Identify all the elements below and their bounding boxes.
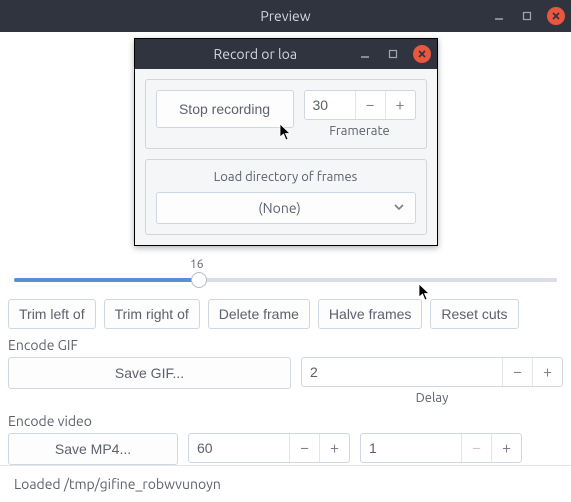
status-bar: Loaded /tmp/gifine_robwvunoyn: [0, 465, 571, 502]
gif-delay-label: Delay: [416, 391, 449, 405]
load-directory-label: Load directory of frames: [156, 170, 416, 184]
video-loop-spinbox[interactable]: − +: [360, 433, 522, 463]
plus-icon[interactable]: +: [385, 91, 415, 119]
cursor-icon: [279, 123, 293, 141]
record-dialog: Record or loa Stop recording: [134, 38, 438, 246]
frame-slider[interactable]: [14, 271, 557, 289]
minus-icon[interactable]: −: [502, 358, 532, 386]
recording-framerate-label: Framerate: [329, 124, 389, 138]
recording-framerate-spinbox[interactable]: − +: [304, 90, 416, 120]
slider-value-label: 16: [190, 258, 557, 271]
plus-icon[interactable]: +: [491, 434, 521, 462]
save-gif-button[interactable]: Save GIF...: [8, 357, 291, 389]
cursor-icon: [418, 283, 432, 301]
halve-frames-button[interactable]: Halve frames: [318, 299, 422, 329]
recording-framerate-input[interactable]: [305, 97, 355, 113]
dialog-minimize-button[interactable]: [357, 46, 373, 62]
gif-delay-spinbox[interactable]: − +: [301, 357, 563, 387]
dialog-titlebar: Record or loa: [135, 39, 437, 69]
chevron-down-icon: [393, 200, 405, 216]
status-text: Loaded /tmp/gifine_robwvunoyn: [14, 476, 221, 492]
plus-icon[interactable]: +: [319, 434, 349, 462]
trim-left-button[interactable]: Trim left of: [8, 299, 96, 329]
minus-icon[interactable]: −: [289, 434, 319, 462]
window-title: Preview: [260, 8, 310, 24]
close-button[interactable]: [547, 7, 565, 25]
maximize-button[interactable]: [519, 8, 535, 24]
encode-gif-label: Encode GIF: [8, 337, 563, 353]
dialog-close-button[interactable]: [413, 45, 431, 63]
reset-cuts-button[interactable]: Reset cuts: [430, 299, 518, 329]
slider-thumb[interactable]: [191, 272, 207, 288]
video-framerate-spinbox[interactable]: − +: [188, 433, 350, 463]
video-loop-input[interactable]: [361, 440, 461, 456]
encode-video-label: Encode video: [8, 413, 563, 429]
plus-icon[interactable]: +: [532, 358, 562, 386]
directory-combo-value: (None): [167, 200, 393, 216]
delete-frame-button[interactable]: Delete frame: [208, 299, 310, 329]
window-titlebar: Preview: [0, 0, 571, 32]
video-framerate-input[interactable]: [189, 440, 289, 456]
minimize-button[interactable]: [491, 8, 507, 24]
save-mp4-button[interactable]: Save MP4...: [8, 433, 178, 465]
gif-delay-input[interactable]: [302, 364, 502, 380]
dialog-title: Record or loa: [214, 46, 298, 62]
dialog-maximize-button[interactable]: [385, 46, 401, 62]
stop-recording-button[interactable]: Stop recording: [156, 90, 294, 128]
directory-combo[interactable]: (None): [156, 192, 416, 224]
minus-icon[interactable]: −: [461, 434, 491, 462]
trim-right-button[interactable]: Trim right of: [104, 299, 200, 329]
minus-icon[interactable]: −: [355, 91, 385, 119]
